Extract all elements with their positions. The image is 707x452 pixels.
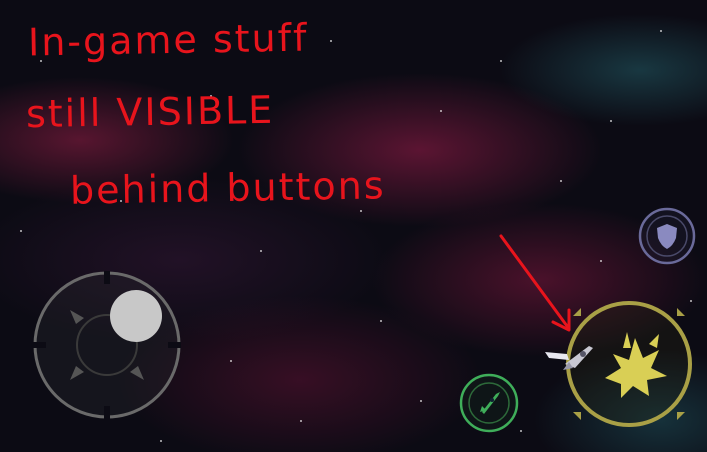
joystick-knob[interactable] [110,290,162,342]
directional-joystick-icon [33,271,181,419]
annotation-line-1: In-game stuff [27,15,309,65]
annotation-line-2: still VISIBLE [25,87,275,137]
virtual-joystick[interactable] [32,270,182,420]
rocket-button[interactable] [458,372,520,434]
annotation-line-3: behind buttons [69,163,386,213]
rocket-icon [459,373,519,433]
shield-button[interactable] [637,206,697,266]
player-ship-icon [545,346,593,370]
shield-icon [638,207,696,265]
